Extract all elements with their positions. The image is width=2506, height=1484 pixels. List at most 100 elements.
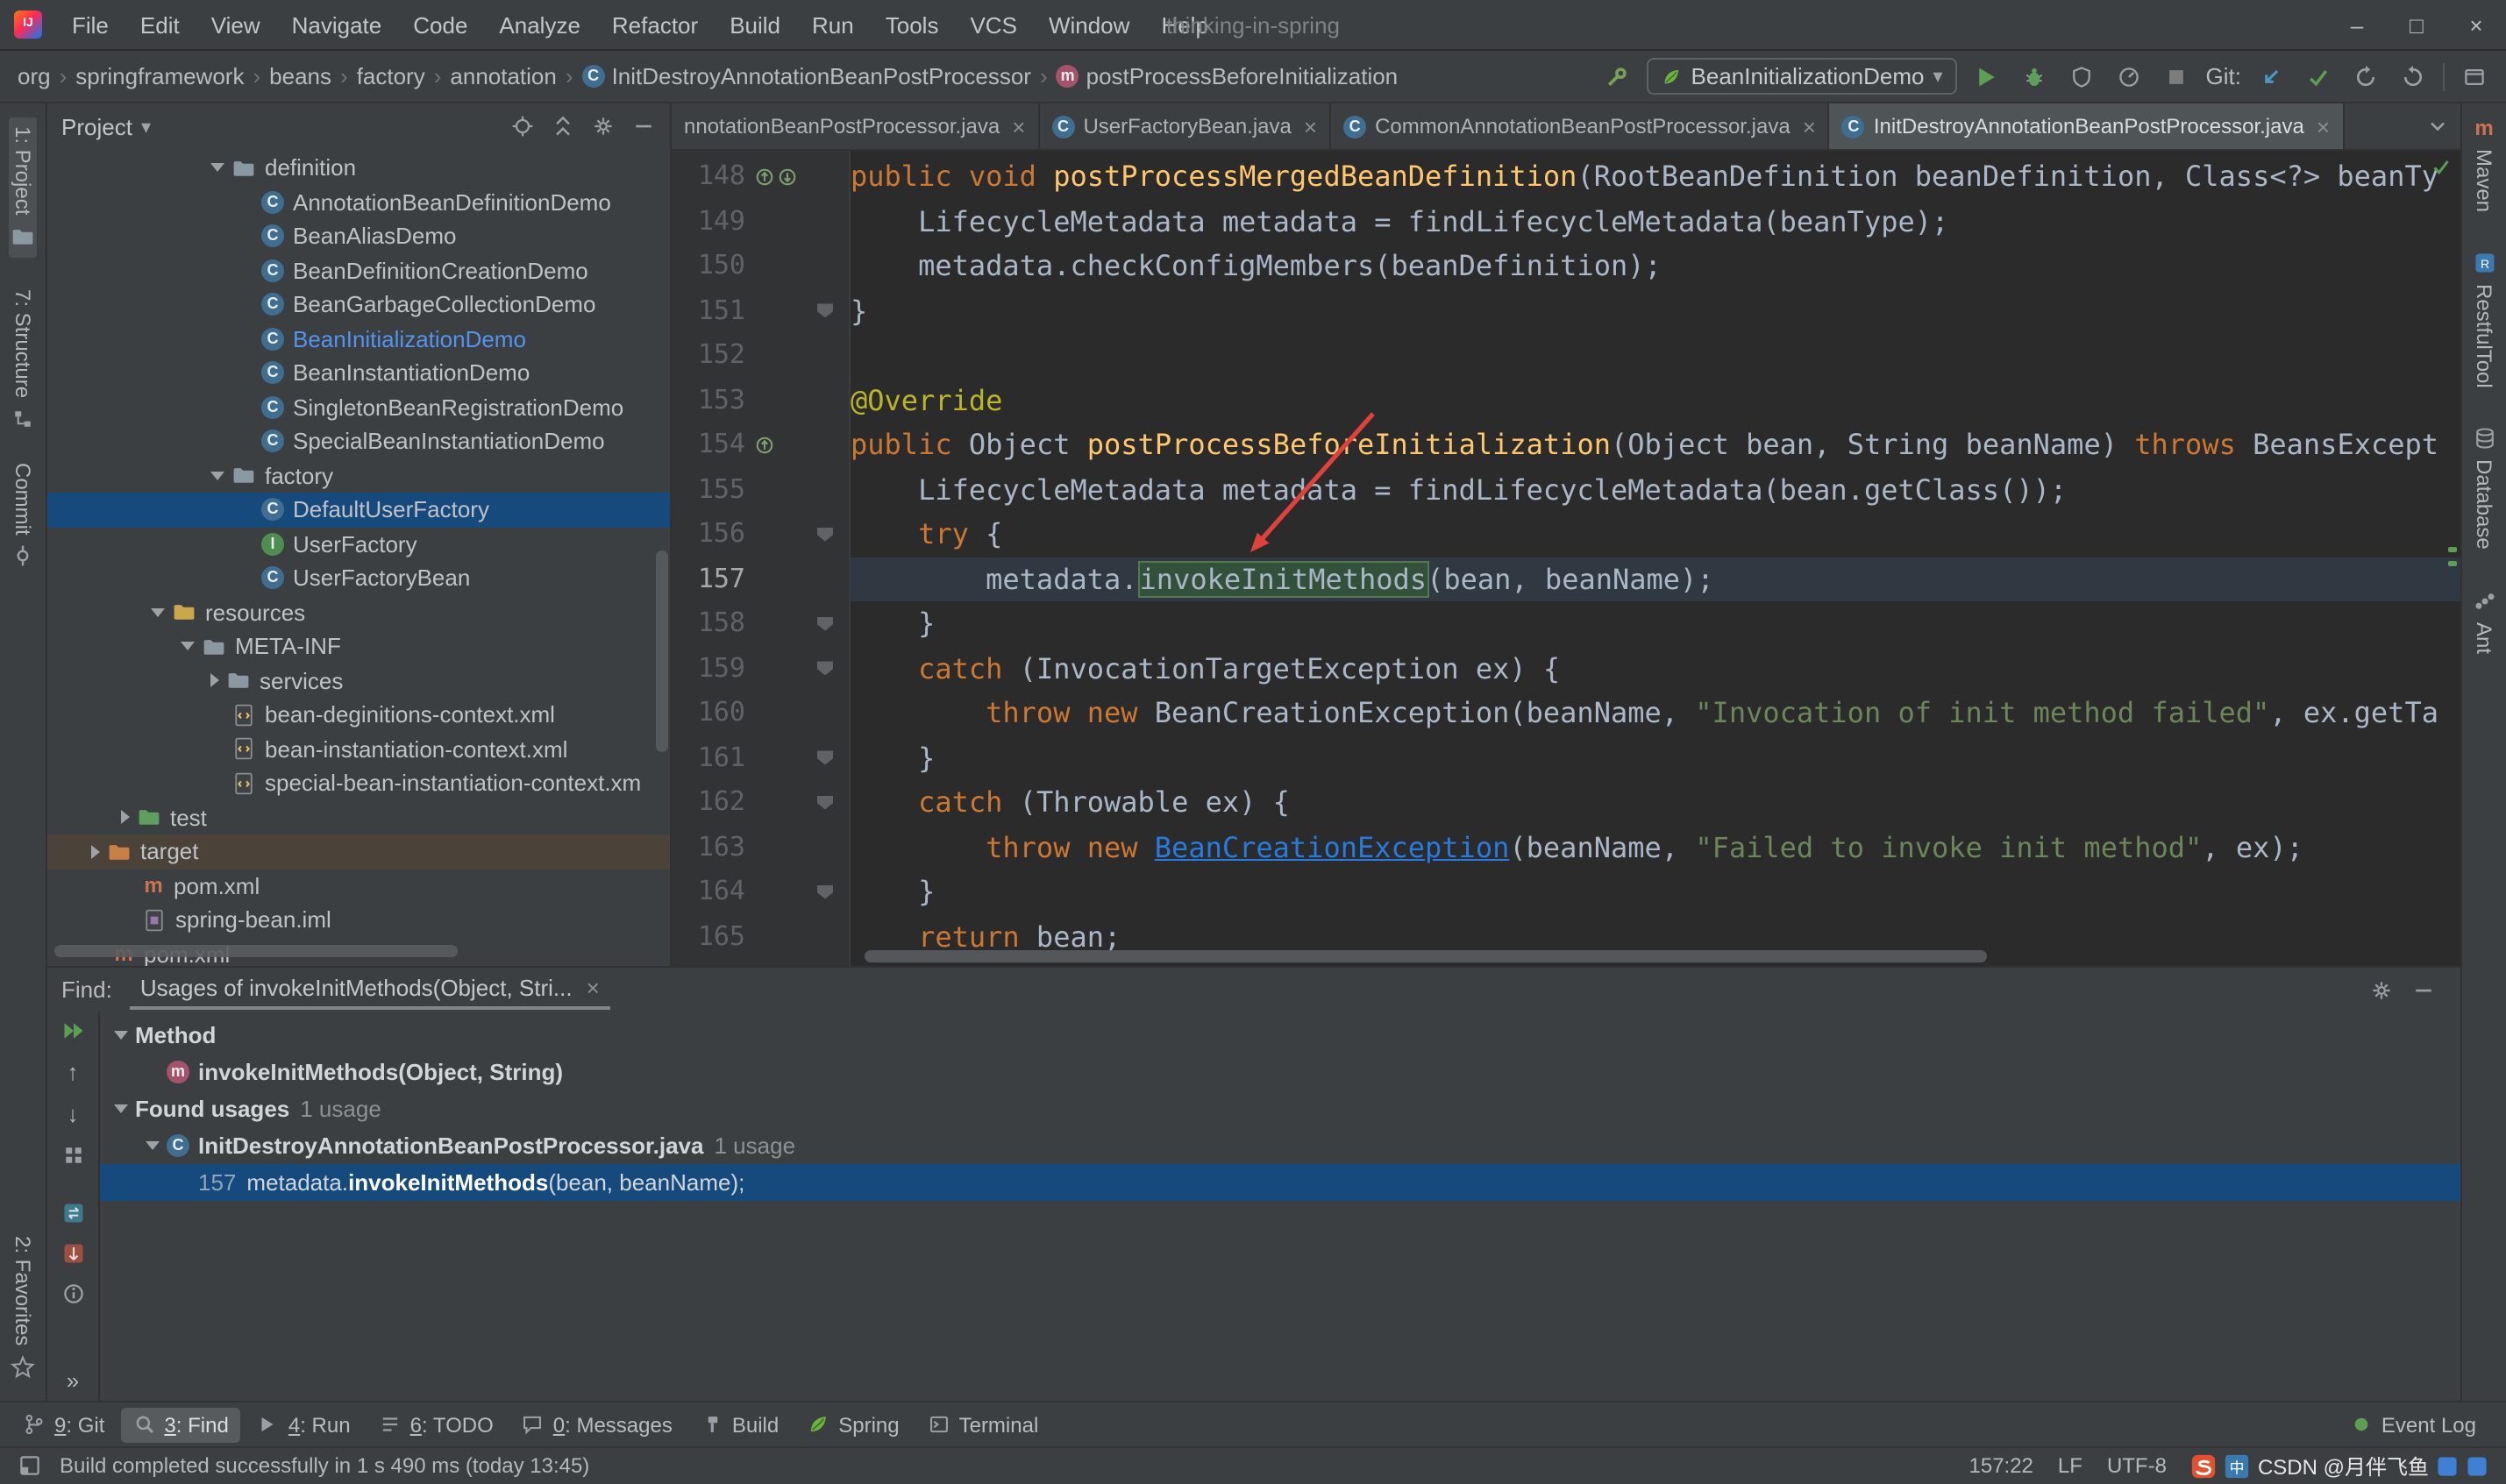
tree-item-beanaliasdemo[interactable]: CBeanAliasDemo bbox=[47, 219, 670, 253]
fold-marker[interactable] bbox=[817, 304, 833, 318]
editor-tab-nnotationbeanpostprocessor-java[interactable]: nnotationBeanPostProcessor.java× bbox=[672, 103, 1039, 149]
breadcrumb-item-springframework[interactable]: springframework bbox=[72, 63, 247, 89]
code-line-157[interactable]: metadata.invokeInitMethods(bean, beanNam… bbox=[851, 557, 2460, 601]
code-line-155[interactable]: LifecycleMetadata metadata = findLifecyc… bbox=[851, 467, 2460, 512]
close-button[interactable]: × bbox=[2446, 0, 2506, 50]
find-row-invokeinitmethods[interactable]: 157metadata.invokeInitMethods(bean, bean… bbox=[100, 1164, 2460, 1201]
collapse-arrow-icon[interactable] bbox=[114, 1031, 128, 1040]
tree-item-specialbeaninstantiationdemo[interactable]: CSpecialBeanInstantiationDemo bbox=[47, 424, 670, 458]
menu-view[interactable]: View bbox=[196, 0, 276, 50]
toolwindow-button-spring[interactable]: Spring bbox=[794, 1407, 911, 1442]
maximize-button[interactable]: □ bbox=[2387, 0, 2446, 50]
tree-item-userfactorybean[interactable]: CUserFactoryBean bbox=[47, 561, 670, 595]
code-line-164[interactable]: } bbox=[851, 870, 2460, 914]
find-row-invokeinitmethods-object-string[interactable]: minvokeInitMethods(Object, String) bbox=[100, 1054, 2460, 1090]
window-layout-icon[interactable] bbox=[2457, 59, 2492, 94]
run-button[interactable] bbox=[1969, 59, 2004, 94]
profiler-button[interactable] bbox=[2111, 59, 2146, 94]
menu-file[interactable]: File bbox=[56, 0, 125, 50]
tree-item-beangarbagecollectiondemo[interactable]: CBeanGarbageCollectionDemo bbox=[47, 288, 670, 322]
code-line-152[interactable] bbox=[851, 333, 2460, 378]
code-line-149[interactable]: LifecycleMetadata metadata = findLifecyc… bbox=[851, 199, 2460, 244]
project-horizontal-scrollbar[interactable] bbox=[54, 945, 458, 957]
fold-marker[interactable] bbox=[817, 796, 833, 810]
tool-strip-button-7-structure[interactable]: 7: Structure bbox=[11, 288, 35, 430]
menu-code[interactable]: Code bbox=[397, 0, 483, 50]
collapse-arrow-icon[interactable] bbox=[151, 608, 165, 617]
editor-tab-initdestroyannotationbeanpostprocessor-java[interactable]: CInitDestroyAnnotationBeanPostProcessor.… bbox=[1830, 103, 2344, 149]
info-icon[interactable] bbox=[61, 1282, 85, 1306]
tree-item-target[interactable]: target bbox=[47, 834, 670, 869]
breadcrumb-item-beans[interactable]: beans bbox=[266, 63, 335, 89]
tree-item-meta-inf[interactable]: META-INF bbox=[47, 629, 670, 664]
rollback-button[interactable] bbox=[2396, 59, 2431, 94]
tree-item-beaninstantiationdemo[interactable]: CBeanInstantiationDemo bbox=[47, 356, 670, 390]
tree-item-bean-instantiation-context-xml[interactable]: bean-instantiation-context.xml bbox=[47, 732, 670, 766]
stop-button[interactable] bbox=[2159, 59, 2194, 94]
caret-position[interactable]: 157:22 bbox=[1969, 1454, 2033, 1479]
export-usages-icon[interactable] bbox=[61, 1241, 85, 1266]
coverage-button[interactable] bbox=[2064, 59, 2099, 94]
code-line-153[interactable]: @Override bbox=[851, 378, 2460, 422]
commit-button[interactable] bbox=[2301, 59, 2336, 94]
collapse-all-icon[interactable] bbox=[551, 114, 575, 138]
toolwindow-button-6-todo[interactable]: 6: TODO bbox=[367, 1407, 506, 1442]
tool-strip-button-commit[interactable]: Commit bbox=[11, 462, 35, 568]
toolwindow-button-9-git[interactable]: 9: Git bbox=[11, 1407, 117, 1442]
tool-strip-button-1-project[interactable]: 1: Project bbox=[9, 117, 37, 257]
tree-item-special-bean-instantiation-context-xm[interactable]: special-bean-instantiation-context.xm bbox=[47, 766, 670, 800]
tool-strip-button-2-favorites[interactable]: 2: Favorites bbox=[11, 1237, 35, 1380]
tree-item-pom-xml[interactable]: mpom.xml bbox=[47, 869, 670, 903]
find-results-tab[interactable]: Usages of invokeInitMethods(Object, Stri… bbox=[130, 969, 610, 1010]
toolwindow-button-terminal[interactable]: Terminal bbox=[915, 1407, 1051, 1442]
fold-marker[interactable] bbox=[817, 662, 833, 676]
code-line-156[interactable]: try { bbox=[851, 512, 2460, 557]
file-encoding[interactable]: UTF-8 bbox=[2107, 1454, 2167, 1479]
menu-refactor[interactable]: Refactor bbox=[596, 0, 714, 50]
close-tab-icon[interactable]: × bbox=[1012, 113, 1025, 139]
menu-tools[interactable]: Tools bbox=[870, 0, 955, 50]
code-line-159[interactable]: catch (InvocationTargetException ex) { bbox=[851, 646, 2460, 691]
fold-marker[interactable] bbox=[817, 617, 833, 631]
history-button[interactable] bbox=[2348, 59, 2383, 94]
project-vertical-scrollbar[interactable] bbox=[656, 550, 668, 752]
collapse-arrow-icon[interactable] bbox=[114, 1104, 128, 1113]
tool-strip-button-restfultool[interactable]: RRestfulTool bbox=[2472, 251, 2496, 388]
code-line-161[interactable]: } bbox=[851, 735, 2460, 780]
code-line-154[interactable]: public Object postProcessBeforeInitializ… bbox=[851, 422, 2460, 467]
code-line-163[interactable]: throw new BeanCreationException(beanName… bbox=[851, 825, 2460, 870]
tool-strip-button-database[interactable]: Database bbox=[2472, 427, 2496, 550]
debug-button[interactable] bbox=[2017, 59, 2052, 94]
tree-item-definition[interactable]: definition bbox=[47, 151, 670, 185]
close-tab-icon[interactable]: × bbox=[2317, 113, 2330, 139]
code-line-158[interactable]: } bbox=[851, 601, 2460, 646]
menu-edit[interactable]: Edit bbox=[125, 0, 196, 50]
code-line-150[interactable]: metadata.checkConfigMembers(beanDefiniti… bbox=[851, 244, 2460, 288]
collapse-arrow-icon[interactable] bbox=[210, 164, 224, 173]
line-separator[interactable]: LF bbox=[2058, 1454, 2082, 1479]
tree-item-bean-deginitions-context-xml[interactable]: bean-deginitions-context.xml bbox=[47, 698, 670, 732]
toolwindow-button-4-run[interactable]: 4: Run bbox=[245, 1407, 363, 1442]
rerun-search-icon[interactable] bbox=[61, 1019, 85, 1043]
expand-arrow-icon[interactable] bbox=[210, 674, 219, 688]
find-row-found-usages[interactable]: Found usages1 usage bbox=[100, 1090, 2460, 1127]
tree-item-annotationbeandefinitiondemo[interactable]: CAnnotationBeanDefinitionDemo bbox=[47, 185, 670, 219]
project-view-chevron-icon[interactable]: ▾ bbox=[141, 115, 151, 138]
menu-run[interactable]: Run bbox=[796, 0, 870, 50]
locate-file-icon[interactable] bbox=[510, 114, 535, 138]
tree-item-services[interactable]: services bbox=[47, 664, 670, 698]
tool-strip-button-ant[interactable]: Ant bbox=[2472, 589, 2496, 654]
tree-item-beaninitializationdemo[interactable]: CBeanInitializationDemo bbox=[47, 322, 670, 356]
hide-panel-icon[interactable] bbox=[2411, 977, 2436, 1002]
project-panel-title[interactable]: Project bbox=[61, 113, 132, 139]
close-tab-icon[interactable]: × bbox=[1304, 113, 1317, 139]
collapse-arrow-icon[interactable] bbox=[146, 1141, 160, 1150]
run-configuration-select[interactable]: BeanInitializationDemo ▾ bbox=[1648, 58, 1957, 95]
breadcrumb-item-initdestroyannotationbeanpostprocessor[interactable]: CInitDestroyAnnotationBeanPostProcessor bbox=[579, 63, 1035, 89]
expand-arrow-icon[interactable] bbox=[91, 845, 100, 859]
inspections-ok-icon[interactable] bbox=[2431, 156, 2452, 177]
toolwindow-button-build[interactable]: Build bbox=[688, 1407, 791, 1442]
tree-item-test[interactable]: test bbox=[47, 800, 670, 834]
tree-item-singletonbeanregistrationdemo[interactable]: CSingletonBeanRegistrationDemo bbox=[47, 390, 670, 424]
expand-arrow-icon[interactable] bbox=[121, 811, 130, 825]
